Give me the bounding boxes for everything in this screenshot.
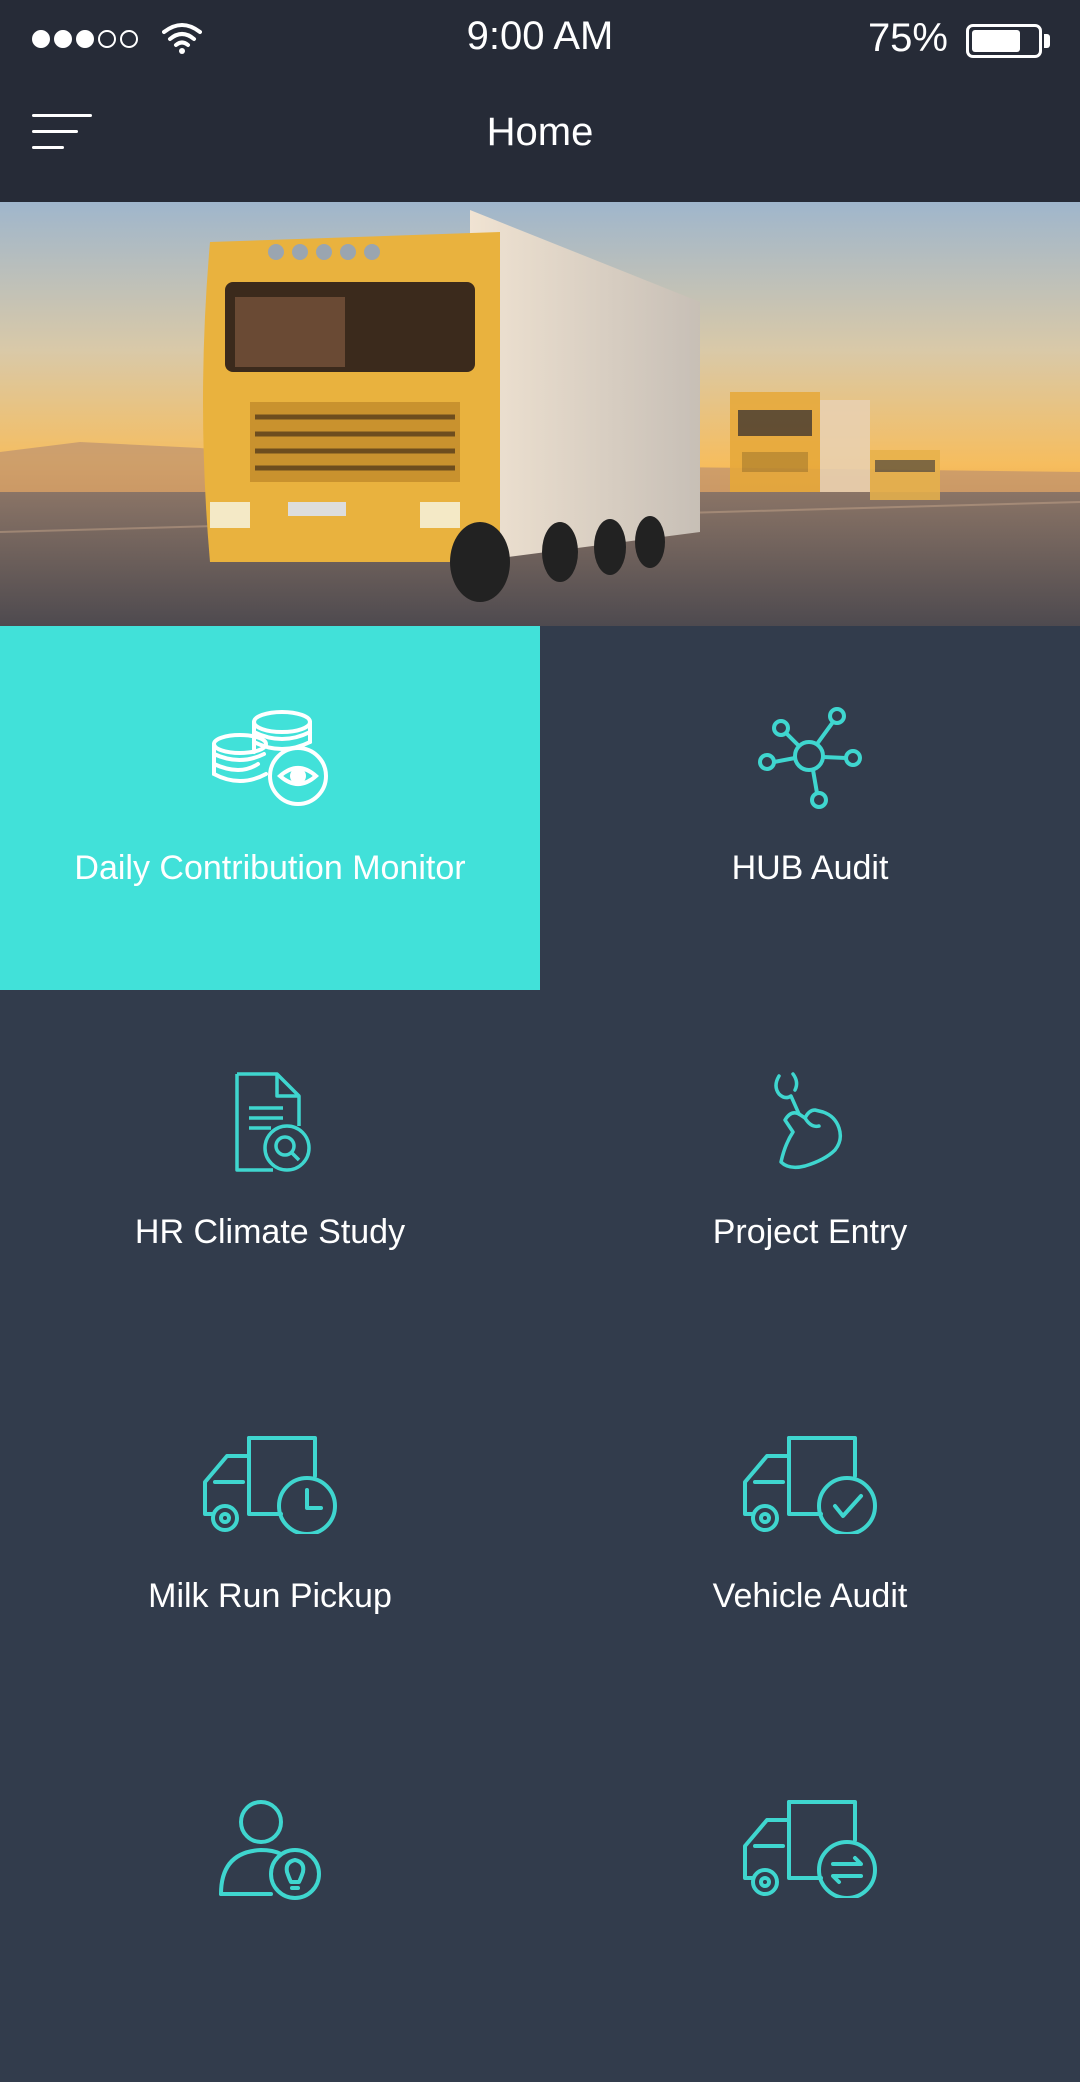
tile-daily-contribution-monitor[interactable]: Daily Contribution Monitor [0,626,540,990]
status-bar: 9:00 AM 75% [0,0,1080,80]
network-hub-icon [758,707,862,809]
tile-milk-run-pickup[interactable]: Milk Run Pickup [0,1354,540,1718]
tile-label: Milk Run Pickup [148,1577,392,1615]
tile-hub-audit[interactable]: HUB Audit [540,626,1080,990]
nav-bar: Home [0,80,1080,202]
wrench-hand-icon [774,1072,843,1170]
tile-project-entry[interactable]: Project Entry [540,990,1080,1354]
tile-label: Project Entry [712,1213,908,1251]
tile-label: Vehicle Audit [712,1577,908,1615]
tile-truck-transfer[interactable] [540,1718,1080,2082]
user-idea-icon [219,1800,321,1900]
banner-image [0,202,1080,626]
tile-vehicle-audit[interactable]: Vehicle Audit [540,1354,1080,1718]
truck-check-icon [743,1436,877,1534]
tile-label: HUB Audit [731,849,889,887]
tile-label: Daily Contribution Monitor [74,849,466,887]
tile-hr-climate-study[interactable]: HR Climate Study [0,990,540,1354]
truck-transfer-icon [743,1800,877,1898]
battery-percent: 75% [867,16,948,60]
truck-clock-icon [203,1436,337,1534]
document-search-icon [235,1072,311,1172]
battery-icon [966,24,1042,58]
page-title: Home [486,110,594,154]
coins-eye-icon [212,710,328,806]
tile-user-idea[interactable] [0,1718,540,2082]
tile-label: HR Climate Study [134,1213,406,1251]
